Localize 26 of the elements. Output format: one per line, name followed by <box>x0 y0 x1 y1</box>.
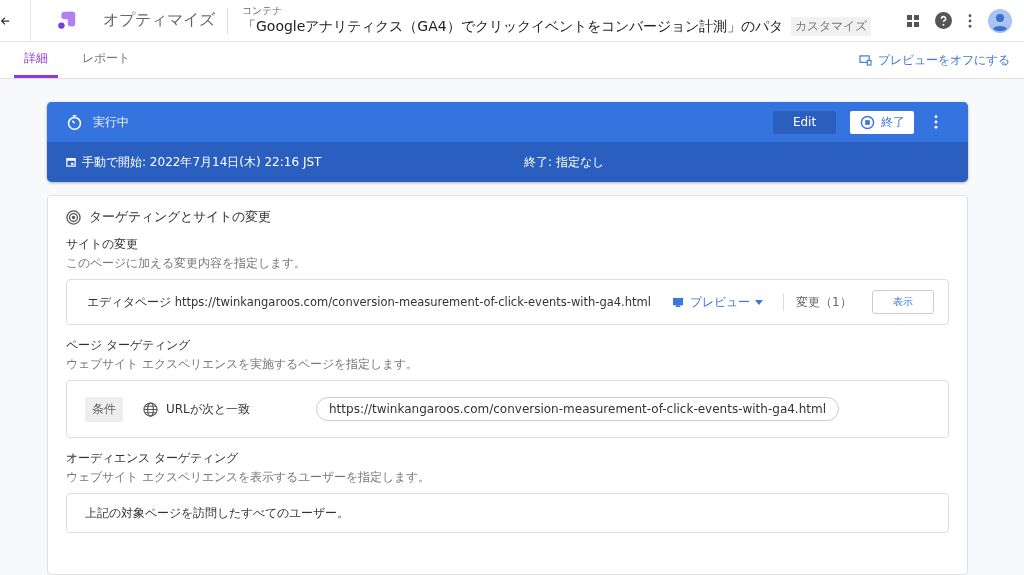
section-description: ウェブサイト エクスペリエンスを実施するページを指定します。 <box>66 356 419 373</box>
edit-button[interactable]: Edit <box>773 110 836 134</box>
section-title: サイトの変更 <box>66 236 139 253</box>
end-info: 終了: 指定なし <box>524 153 604 171</box>
preview-off-link[interactable]: プレビューをオフにする <box>853 42 1016 78</box>
tab[interactable]: 詳細 <box>14 42 58 78</box>
section-title: オーディエンス ターゲティング <box>66 450 239 467</box>
status-label: 実行中 <box>93 113 129 131</box>
tab[interactable]: レポート <box>72 42 140 78</box>
app-name: オプティマイズ <box>103 10 215 31</box>
card-title: ターゲティングとサイトの変更 <box>89 208 271 226</box>
page-title: 「Googleアナリティクス（GA4）でクリックイベントをコンバージョン計測」のパタ <box>242 17 783 36</box>
audience-summary: 上記の対象ページを訪問したすべてのユーザー。 <box>85 504 349 522</box>
match-rule: URLが次と一致 <box>166 400 251 418</box>
editor-page-url: エディタページ https://twinkangaroos.com/conversion-measurement-of-click-events-with-ga4.html <box>87 294 651 310</box>
change-count: 変更（1） <box>796 293 853 311</box>
section-title: ページ ターゲティング <box>66 337 191 354</box>
tag: カスタマイズ <box>790 17 871 36</box>
end-button[interactable]: 終了 <box>850 110 914 134</box>
condition-chip: 条件 <box>85 396 123 422</box>
section-description: ウェブサイト エクスペリエンスを表示するユーザーを指定します。 <box>66 469 431 486</box>
start-info: 手動で開始: 2022年7月14日(木) 22:16 JST <box>82 153 322 171</box>
preview-dropdown[interactable]: プレビュー <box>666 292 769 312</box>
section-description: このページに加える変更内容を指定します。 <box>66 255 307 272</box>
show-button[interactable]: 表示 <box>872 290 934 314</box>
breadcrumb[interactable]: コンテナ <box>242 5 871 17</box>
